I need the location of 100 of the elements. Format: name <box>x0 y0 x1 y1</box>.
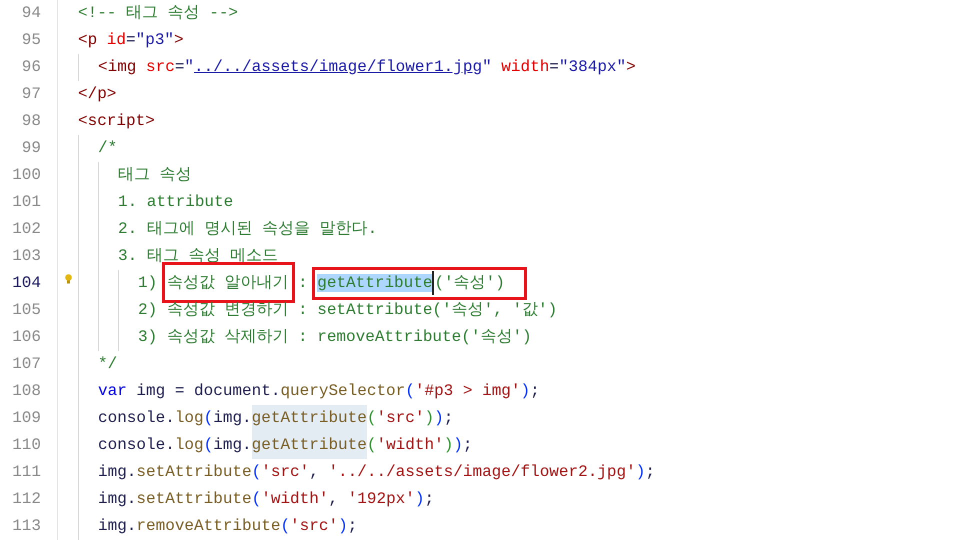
code-text: img. <box>98 516 136 537</box>
bracket: ) <box>338 516 348 537</box>
code-comment: <!-- 태그 속성 --> <box>78 3 238 24</box>
code-comment: 태그 속성 <box>118 165 192 186</box>
line-number: 102 <box>0 216 58 243</box>
method-name: setAttribute <box>136 462 252 483</box>
code-text: img = document. <box>135 381 280 402</box>
html-tag: <script> <box>78 108 155 135</box>
bracket: ( <box>204 435 214 456</box>
code-comment: 1) <box>138 273 158 294</box>
code-text: = <box>126 30 136 51</box>
code-text: console. <box>98 435 175 456</box>
attribute-value: " <box>184 57 194 78</box>
html-tag: <img <box>98 54 136 81</box>
bracket: ( <box>366 435 376 456</box>
string-literal: 'src' <box>376 408 424 429</box>
bracket: ) <box>414 489 424 510</box>
keyword: var <box>98 381 127 402</box>
string-literal: 'width' <box>261 489 328 510</box>
line-number: 109 <box>0 405 58 432</box>
attribute-name: width <box>500 57 550 78</box>
string-literal: 'width' <box>376 435 444 456</box>
method-name: getAttribute <box>252 432 367 459</box>
bracket: ( <box>252 489 262 510</box>
attribute-value: " <box>482 57 492 78</box>
code-text: = <box>549 57 559 78</box>
code-comment: 2) 속성값 변경하기 : setAttribute('속성', '값') <box>138 300 558 321</box>
bracket: ( <box>204 408 214 429</box>
code-comment: 3) 속성값 삭제하기 : removeAttribute('속성') <box>138 327 532 348</box>
string-literal: '../../assets/image/flower2.jpg' <box>328 462 636 483</box>
bracket: ( <box>366 408 376 429</box>
line-number: 98 <box>0 108 58 135</box>
line-number: 105 <box>0 297 58 324</box>
line-number: 94 <box>0 0 58 27</box>
method-name: setAttribute <box>136 489 252 510</box>
code-text: ; <box>645 462 655 483</box>
line-number: 110 <box>0 432 58 459</box>
line-number: 100 <box>0 162 58 189</box>
string-literal: 'src' <box>290 516 338 537</box>
attribute-value: "p3" <box>136 30 174 51</box>
html-tag: > <box>174 27 184 54</box>
code-text: , <box>328 489 340 510</box>
code-comment: ('속성') <box>434 274 505 292</box>
line-number: 101 <box>0 189 58 216</box>
method-name: querySelector <box>280 381 406 402</box>
code-text: img. <box>213 408 252 429</box>
bracket: ( <box>405 381 415 402</box>
code-comment: /* <box>98 138 118 159</box>
code-text: img. <box>98 489 136 510</box>
line-number: 103 <box>0 243 58 270</box>
code-comment: 1. attribute <box>118 192 234 213</box>
bracket: ) <box>520 381 530 402</box>
html-tag: </p> <box>78 81 116 108</box>
bracket: ( <box>252 462 262 483</box>
bracket: ) <box>444 435 454 456</box>
method-name: log <box>174 408 204 429</box>
line-number: 113 <box>0 513 58 540</box>
line-number: 106 <box>0 324 58 351</box>
code-text: ; <box>444 408 454 429</box>
line-number: 97 <box>0 81 58 108</box>
attribute-name: id <box>106 30 126 51</box>
code-text: ; <box>530 381 540 402</box>
bracket: ) <box>424 408 434 429</box>
code-comment: */ <box>98 354 118 375</box>
code-text: , <box>309 462 320 483</box>
string-literal: '#p3 > img' <box>414 381 520 402</box>
line-number: 104 <box>0 270 58 297</box>
line-number: 107 <box>0 351 58 378</box>
code-text: console. <box>98 408 175 429</box>
bracket: ) <box>453 435 463 456</box>
line-number: 95 <box>0 27 58 54</box>
line-number: 99 <box>0 135 58 162</box>
file-link[interactable]: ../../assets/image/flower1.jpg <box>194 54 482 81</box>
code-comment: getAttribute <box>317 274 432 292</box>
line-number: 96 <box>0 54 58 81</box>
bracket: ) <box>434 408 444 429</box>
code-text: = <box>174 57 184 78</box>
text-cursor <box>432 270 434 295</box>
attribute-value: "384px" <box>558 57 626 78</box>
lightbulb-icon[interactable] <box>64 274 72 284</box>
code-text: ; <box>462 435 473 456</box>
bracket: ) <box>636 462 646 483</box>
code-text: ; <box>424 489 434 510</box>
code-comment: 2. 태그에 명시된 속성을 말한다. <box>118 219 378 240</box>
line-number: 111 <box>0 459 58 486</box>
attribute-name: src <box>145 57 175 78</box>
line-number: 112 <box>0 486 58 513</box>
method-name: log <box>174 435 204 456</box>
code-text: ; <box>348 516 358 537</box>
code-comment: 속성값 알아내기 <box>166 274 288 292</box>
method-name: removeAttribute <box>136 516 280 537</box>
string-literal: 'src' <box>261 462 310 483</box>
method-name: getAttribute <box>252 405 367 432</box>
code-comment: 3. 태그 속성 메소드 <box>118 246 278 267</box>
code-comment: : <box>297 273 309 294</box>
html-tag: <p <box>78 27 98 54</box>
bracket: ( <box>280 516 290 537</box>
code-text: img. <box>98 462 136 483</box>
line-number: 108 <box>0 378 58 405</box>
html-tag: > <box>626 54 636 81</box>
